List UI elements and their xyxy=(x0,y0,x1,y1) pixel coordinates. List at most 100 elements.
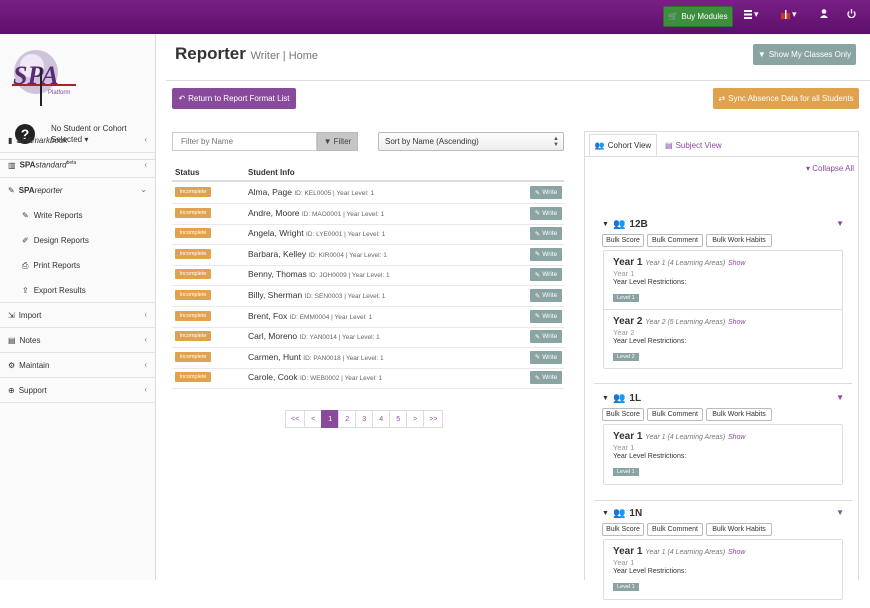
database-menu-button[interactable]: ▾ xyxy=(744,9,759,20)
collapse-all-link[interactable]: ▾ Collapse All xyxy=(806,164,854,173)
year-restrictions-label: Year Level Restrictions: xyxy=(613,568,687,575)
write-button[interactable]: ✎ Write xyxy=(530,309,562,323)
page-link[interactable]: 1 xyxy=(321,410,340,428)
page-link[interactable]: < xyxy=(304,410,323,428)
filter-button[interactable]: ▼ Filter xyxy=(317,132,358,151)
list-icon: ▤ xyxy=(665,140,673,150)
bulk-comment-button[interactable]: Bulk Comment xyxy=(647,523,703,536)
write-label: Write xyxy=(542,250,558,258)
pencil-icon: ✎ xyxy=(534,374,541,382)
sidebar-sub-label: Export Results xyxy=(33,286,86,295)
caret-down-icon: ▼ xyxy=(602,395,609,402)
sidebar-sub-label: Print Reports xyxy=(33,261,81,270)
write-button[interactable]: ✎ Write xyxy=(530,206,562,220)
sync-absence-button[interactable]: ⇄ Sync Absence Data for all Students xyxy=(713,88,859,109)
student-name: Angela, Wright xyxy=(248,228,304,239)
return-to-report-format-button[interactable]: ↶ Return to Report Format List xyxy=(172,88,296,109)
student-name: Benny, Thomas xyxy=(248,269,307,280)
tab-cohort-view[interactable]: 👥 Cohort View xyxy=(589,134,657,156)
write-button[interactable]: ✎ Write xyxy=(530,289,562,302)
page-link[interactable]: << xyxy=(285,410,306,428)
show-link[interactable]: Show xyxy=(728,549,746,556)
cohort-toggle[interactable]: ▼ 👥 1N xyxy=(602,508,642,519)
caret-down-icon: ▼ xyxy=(602,221,609,228)
spa-platform-logo[interactable]: SPA Platform xyxy=(10,48,80,108)
funnel-icon[interactable]: ▼ xyxy=(836,393,844,402)
page-title: Reporter Writer | Home xyxy=(175,44,318,64)
table-row: Incomplete Carl, Moreno ID: YAN0014 | Yea… xyxy=(172,327,564,349)
page-link[interactable]: > xyxy=(406,410,425,428)
sidebar-item-spareporter[interactable]: ✎ SPAreporter ⌄ xyxy=(0,178,156,203)
bulk-work-habits-button[interactable]: Bulk Work Habits xyxy=(706,234,772,247)
show-link[interactable]: Show xyxy=(728,319,746,326)
column-header-status: Status xyxy=(175,168,200,177)
student-info: Angela, Wright ID: LYE0001 | Year Level:… xyxy=(248,228,386,239)
buy-modules-label: Buy Modules xyxy=(681,12,728,21)
page-link[interactable]: 3 xyxy=(355,410,374,428)
sidebar-item-maintain[interactable]: ⚙ Maintain ‹ xyxy=(0,353,156,378)
table-row: Incomplete Benny, Thomas ID: JOH0009 | Ye… xyxy=(172,265,564,287)
page-link[interactable]: 5 xyxy=(389,410,408,428)
page-link[interactable]: 2 xyxy=(338,410,357,428)
sidebar-item-label: markbook xyxy=(32,135,68,145)
status-badge: Incomplete xyxy=(175,207,211,218)
write-button[interactable]: ✎ Write xyxy=(530,371,562,385)
page-title-text: Reporter xyxy=(175,44,246,63)
bulk-work-habits-button[interactable]: Bulk Work Habits xyxy=(706,408,772,421)
chevron-down-icon: ▾ xyxy=(754,9,759,19)
page-link[interactable]: >> xyxy=(423,410,444,428)
sidebar-item-print-reports[interactable]: ⎙ Print Reports xyxy=(0,253,156,278)
sidebar-item-import[interactable]: ⇲ Import ‹ xyxy=(0,303,156,328)
write-button[interactable]: ✎ Write xyxy=(530,186,562,199)
write-button[interactable]: ✎ Write xyxy=(530,350,562,364)
pencil-square-icon: ✎ xyxy=(8,186,15,195)
gift-menu-button[interactable]: ▾ xyxy=(781,9,797,20)
student-info: Carl, Moreno ID: YAN0014 | Year Level: 1 xyxy=(248,331,380,342)
tab-subject-view[interactable]: ▤ Subject View xyxy=(665,134,722,156)
main-content: Reporter Writer | Home ▼ Show My Classes… xyxy=(156,34,870,600)
show-link[interactable]: Show xyxy=(728,434,746,441)
write-button[interactable]: ✎ Write xyxy=(530,330,562,344)
bulk-score-button[interactable]: Bulk Score xyxy=(602,523,644,536)
divider xyxy=(166,80,870,81)
write-button[interactable]: ✎ Write xyxy=(530,227,562,241)
page-link[interactable]: 4 xyxy=(372,410,391,428)
bulk-comment-button[interactable]: Bulk Comment xyxy=(647,408,703,421)
write-label: Write xyxy=(542,312,558,320)
bulk-work-habits-button[interactable]: Bulk Work Habits xyxy=(706,523,772,536)
show-my-classes-button[interactable]: ▼ Show My Classes Only xyxy=(753,44,856,65)
write-label: Write xyxy=(542,292,558,299)
cohort-name: 12B xyxy=(629,219,648,230)
svg-text:Platform: Platform xyxy=(48,90,70,96)
logout-button[interactable] xyxy=(847,9,856,18)
sidebar-item-write-reports[interactable]: ✎ Write Reports xyxy=(0,203,156,228)
filter-by-name-input[interactable] xyxy=(172,132,317,151)
funnel-icon[interactable]: ▼ xyxy=(836,508,844,517)
write-button[interactable]: ✎ Write xyxy=(530,247,562,261)
year-grey-label: Year 1 xyxy=(613,443,635,452)
user-menu-button[interactable] xyxy=(820,9,828,18)
status-badge: Incomplete xyxy=(175,290,211,300)
student-info: Carole, Cook ID: WEB0002 | Year Level: 1 xyxy=(248,372,383,383)
bulk-score-button[interactable]: Bulk Score xyxy=(602,408,644,421)
bulk-score-button[interactable]: Bulk Score xyxy=(602,234,644,247)
cohort-toggle[interactable]: ▼ 👥 1L xyxy=(602,393,641,404)
sidebar-item-notes[interactable]: ▤ Notes ‹ xyxy=(0,328,156,353)
sidebar-item-label: Import xyxy=(18,310,42,320)
sidebar-item-support[interactable]: ⊕ Support ‹ xyxy=(0,378,156,403)
sidebar-item-spastandard[interactable]: ▥ SPAstandardbeta ‹ xyxy=(0,153,156,178)
chevron-down-icon: ⌄ xyxy=(140,185,147,194)
pencil-icon: ✎ xyxy=(534,292,541,300)
sidebar-item-export-results[interactable]: ⇪ Export Results xyxy=(0,278,156,303)
cohort-toggle[interactable]: ▼ 👥 12B xyxy=(602,219,648,230)
bulk-comment-button[interactable]: Bulk Comment xyxy=(647,234,703,247)
show-link[interactable]: Show xyxy=(728,260,746,267)
write-label: Write xyxy=(542,333,558,341)
student-year-level: Year Level: 1 xyxy=(351,272,390,280)
sidebar-item-design-reports[interactable]: ✐ Design Reports xyxy=(0,228,156,253)
funnel-icon[interactable]: ▼ xyxy=(836,219,844,228)
sidebar-item-spamarkbook[interactable]: ▮ SPAmarkbook ‹ xyxy=(0,128,156,153)
sort-select[interactable]: Sort by Name (Ascending) ▲ ▼ xyxy=(378,132,564,151)
buy-modules-button[interactable]: 🛒 Buy Modules xyxy=(663,6,733,27)
write-button[interactable]: ✎ Write xyxy=(530,268,562,282)
